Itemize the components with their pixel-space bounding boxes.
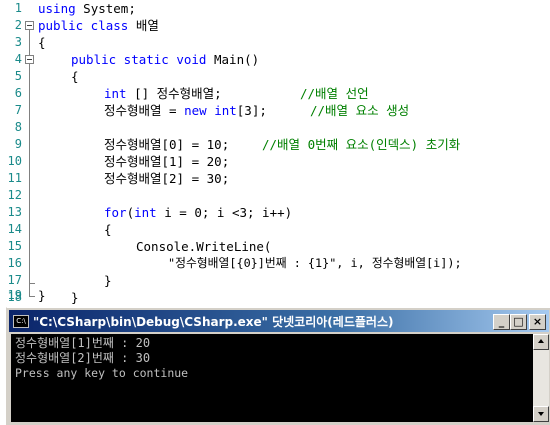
code-text: 정수형배열 = — [104, 103, 185, 118]
collapse-icon[interactable] — [25, 55, 34, 64]
code-line-16: "정수형배열[{0}]번째 : {1}", i, 정수형배열[i]); — [168, 256, 462, 270]
code-line-1: using System; — [38, 0, 136, 17]
code-line-17: } — [104, 273, 112, 288]
keyword: public static void — [71, 52, 207, 67]
line-number: 10 — [7, 154, 22, 168]
line-number: 6 — [14, 86, 22, 100]
line-number: 4 — [14, 52, 22, 66]
code-line-10: 정수형배열[1] = 20; — [104, 154, 230, 169]
vertical-scrollbar[interactable] — [533, 334, 549, 422]
code-editor[interactable]: 1 2 3 4 5 6 7 8 9 10 11 12 13 14 15 16 1… — [0, 0, 550, 306]
code-text: System; — [75, 1, 136, 16]
line-number: 5 — [14, 69, 22, 83]
maximize-button[interactable]: □ — [510, 314, 527, 330]
code-comment: //배열 요소 생성 — [310, 103, 410, 118]
code-line-19-visible: } — [38, 288, 46, 303]
line-number: 16 — [7, 256, 22, 270]
keyword: int — [214, 103, 237, 118]
keyword: int — [134, 205, 157, 220]
console-title: "C:\CSharp\bin\Debug\CSharp.exe" 닷넷코리아(레… — [33, 315, 394, 329]
console-output-line: 정수형배열[1]번째 : 20 — [15, 336, 151, 350]
outline-end-mark — [29, 296, 35, 297]
console-output-line: Press any key to continue — [15, 366, 189, 380]
line-number: 3 — [14, 35, 22, 49]
scroll-up-button[interactable] — [533, 334, 549, 350]
keyword: for — [104, 205, 127, 220]
line-number: 14 — [7, 222, 22, 236]
code-line-4: public static void Main() — [71, 51, 259, 68]
code-line-7: 정수형배열 = new int[3]; — [104, 102, 267, 119]
minimize-button[interactable]: _ — [493, 314, 510, 330]
console-window[interactable]: C:\ "C:\CSharp\bin\Debug\CSharp.exe" 닷넷코… — [6, 307, 550, 425]
console-output-line: 정수형배열[2]번째 : 30 — [15, 351, 151, 365]
code-text: [] 정수형배열; — [126, 86, 222, 101]
line-number: 9 — [14, 137, 22, 151]
code-comment: //배열 선언 — [300, 86, 369, 101]
collapse-icon[interactable] — [25, 21, 34, 30]
code-line-13: for(int i = 0; i <3; i++) — [104, 204, 292, 221]
code-line-14: { — [104, 222, 112, 237]
line-number: 12 — [7, 188, 22, 202]
code-text: ( — [126, 205, 135, 220]
outline-guide — [29, 29, 30, 297]
line-number: 8 — [14, 120, 22, 134]
keyword: public class — [38, 18, 129, 33]
line-number: 19 — [7, 288, 22, 302]
code-line-11: 정수형배열[2] = 30; — [104, 171, 230, 186]
arrow-up-icon — [538, 339, 544, 343]
code-line-18: } — [71, 290, 79, 305]
code-text: 배열 — [128, 18, 159, 33]
code-comment: //배열 0번째 요소(인덱스) 초기화 — [262, 137, 461, 152]
arrow-down-icon — [538, 412, 544, 416]
keyword: int — [104, 86, 127, 101]
console-app-icon[interactable]: C:\ — [13, 315, 29, 328]
code-text: i = 0; i <3; i++) — [156, 205, 293, 220]
console-output[interactable]: 정수형배열[1]번째 : 20 정수형배열[2]번째 : 30 Press an… — [11, 334, 533, 422]
code-line-2: public class 배열 — [38, 17, 159, 34]
keyword: new — [184, 103, 207, 118]
line-number: 15 — [7, 239, 22, 253]
line-number: 11 — [7, 171, 22, 185]
code-line-9: 정수형배열[0] = 10; — [104, 137, 230, 152]
line-number: 2 — [14, 18, 22, 32]
keyword: using — [38, 1, 76, 16]
scroll-down-button[interactable] — [533, 406, 549, 422]
line-number: 7 — [14, 103, 22, 117]
code-line-5: { — [71, 69, 79, 84]
code-line-3: { — [38, 35, 46, 50]
code-line-6: int [] 정수형배열; — [104, 85, 222, 102]
code-line-15: Console.WriteLine( — [136, 239, 272, 254]
outline-end-mark — [29, 283, 35, 284]
line-number: 1 — [14, 1, 22, 15]
line-number: 13 — [7, 205, 22, 219]
close-button[interactable]: × — [529, 314, 546, 330]
code-text: [3]; — [236, 103, 267, 118]
code-text: Main() — [206, 52, 260, 67]
console-titlebar[interactable]: C:\ "C:\CSharp\bin\Debug\CSharp.exe" 닷넷코… — [9, 310, 549, 332]
